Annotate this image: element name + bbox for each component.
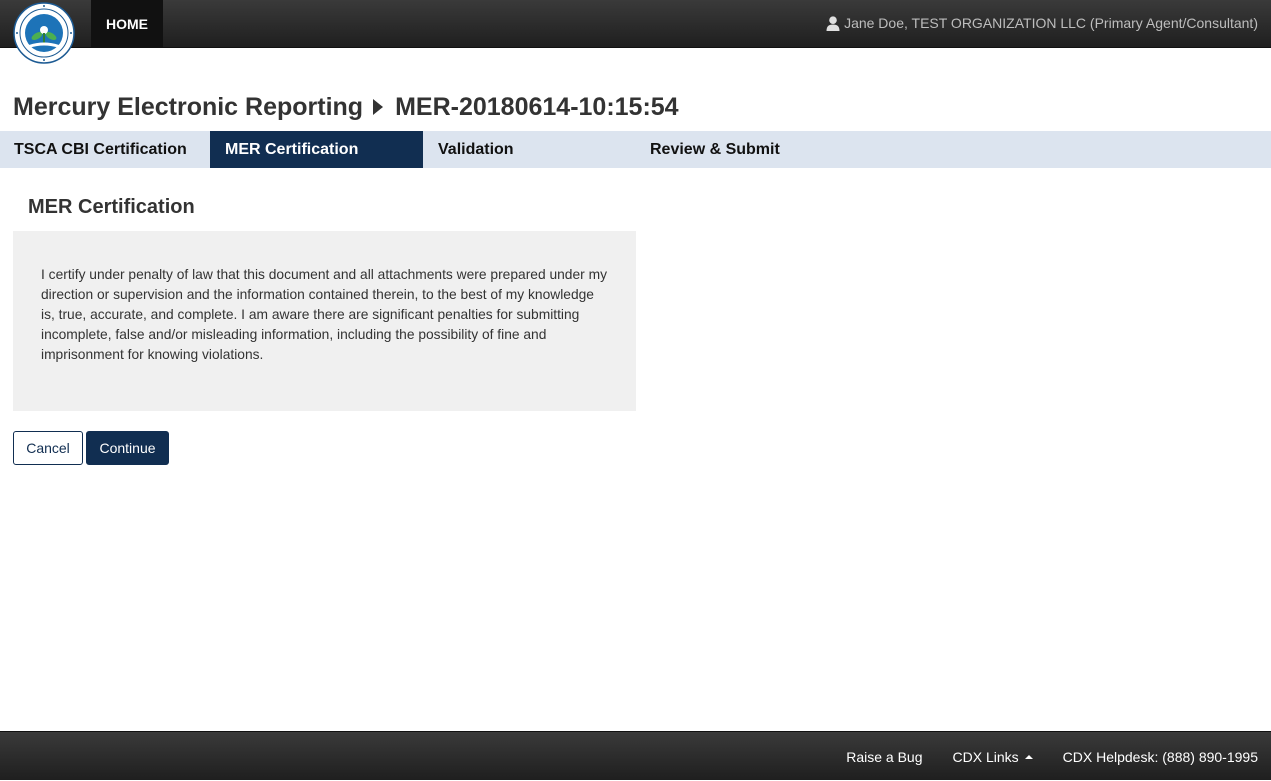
cdx-links-label: CDX Links [952, 748, 1019, 765]
cancel-button[interactable]: Cancel [13, 431, 83, 465]
caret-up-icon [1024, 754, 1033, 759]
step-label: Validation [438, 140, 514, 158]
footer-bar: Raise a Bug CDX Links CDX Helpdesk: (888… [0, 731, 1271, 780]
certification-statement-box: I certify under penalty of law that this… [13, 231, 636, 411]
step-mer-certification[interactable]: MER Certification [210, 131, 423, 168]
certification-statement-text: I certify under penalty of law that this… [41, 267, 607, 362]
epa-seal-logo[interactable] [13, 2, 75, 64]
step-label: TSCA CBI Certification [14, 140, 187, 158]
workflow-steps: TSCA CBI Certification MER Certification… [0, 131, 1271, 168]
user-account-info: Jane Doe, TEST ORGANIZATION LLC (Primary… [826, 0, 1258, 46]
cdx-helpdesk-link[interactable]: CDX Helpdesk: (888) 890-1995 [1063, 749, 1258, 765]
section-title: MER Certification [28, 196, 195, 218]
caret-right-icon [373, 99, 384, 115]
step-label: Review & Submit [650, 140, 780, 158]
user-name-text: Jane Doe, TEST ORGANIZATION LLC (Primary… [844, 15, 1258, 31]
continue-button[interactable]: Continue [86, 431, 169, 465]
step-label: MER Certification [225, 140, 359, 158]
footer-links: Raise a Bug CDX Links CDX Helpdesk: (888… [816, 732, 1258, 781]
raise-bug-link[interactable]: Raise a Bug [846, 749, 922, 765]
home-tab-label: HOME [106, 16, 148, 32]
step-tsca-cbi-certification[interactable]: TSCA CBI Certification [0, 131, 210, 168]
step-review-submit[interactable]: Review & Submit [635, 131, 847, 168]
app-title: Mercury Electronic Reporting [13, 92, 364, 121]
page-title: Mercury Electronic Reporting MER-2018061… [13, 90, 679, 124]
cdx-links-dropdown[interactable]: CDX Links [953, 749, 1033, 765]
user-icon [826, 15, 840, 31]
top-navigation-bar: HOME Jane Doe, TEST ORGANIZATION LLC (Pr… [0, 0, 1271, 48]
submission-id: MER-20180614-10:15:54 [395, 92, 679, 121]
home-tab[interactable]: HOME [91, 0, 163, 48]
step-validation[interactable]: Validation [423, 131, 635, 168]
